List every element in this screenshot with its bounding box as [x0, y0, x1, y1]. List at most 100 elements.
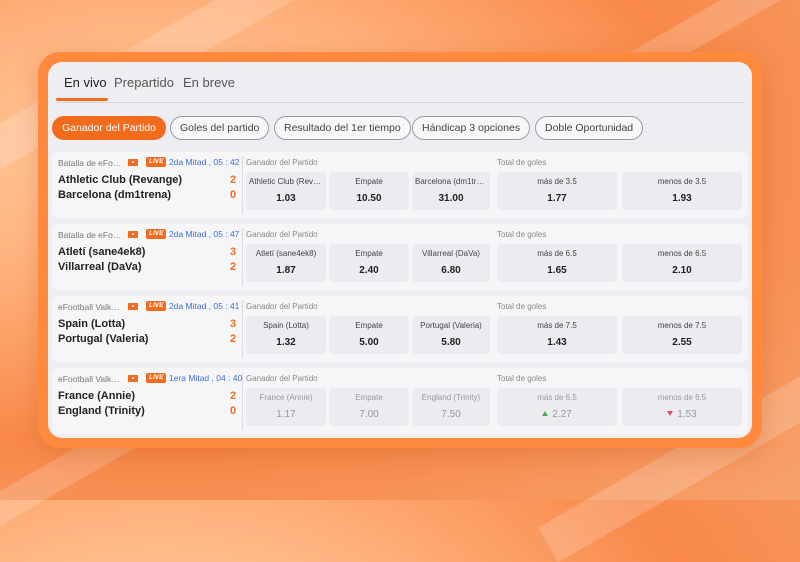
- odd-value: 10.50: [356, 193, 382, 204]
- home-team[interactable]: Atletí (sane4ek8): [58, 246, 145, 258]
- match-row: eFootball Valkyrie Cup LIVE 1era Mitad ,…: [52, 368, 748, 434]
- odd-value: 1.77: [497, 193, 617, 204]
- odd-label: Empate: [355, 393, 383, 402]
- filter-ganador[interactable]: Ganador del Partido: [52, 116, 166, 140]
- odd-label: más de 6.5: [537, 393, 577, 402]
- odd-label: Spain (Lotta): [263, 321, 309, 330]
- filter-resultado-1er-tiempo[interactable]: Resultado del 1er tiempo: [274, 116, 411, 140]
- away-score: 0: [230, 405, 237, 417]
- market-header-winner: Ganador del Partido: [246, 374, 318, 383]
- odd-value: 2.55: [622, 337, 742, 348]
- odd-value: 2.27: [497, 409, 617, 420]
- odd-draw[interactable]: Empate 10.50: [329, 172, 409, 210]
- odd-label: Empate: [355, 249, 383, 258]
- home-team[interactable]: Spain (Lotta): [58, 318, 125, 330]
- home-score: 3: [230, 318, 237, 330]
- away-team[interactable]: Villarreal (DaVa): [58, 261, 142, 273]
- odd-value-text: 2.55: [672, 337, 692, 348]
- odd-over[interactable]: más de 6.5 1.65: [497, 244, 617, 282]
- odd-over[interactable]: más de 3.5 1.77: [497, 172, 617, 210]
- odd-label: más de 7.5: [537, 321, 577, 330]
- live-badge: LIVE: [146, 229, 167, 239]
- odd-home[interactable]: France (Annie) 1.17: [246, 388, 326, 426]
- tv-icon[interactable]: [128, 159, 138, 166]
- odd-label: Empate: [355, 177, 383, 186]
- odd-away[interactable]: England (Trinity) 7.50: [412, 388, 490, 426]
- odd-label: menos de 6.5: [657, 249, 707, 258]
- odd-value-text: 2.10: [672, 265, 692, 276]
- divider: [242, 300, 243, 358]
- odd-label: France (Annie): [259, 393, 313, 402]
- odd-value: 31.00: [438, 193, 464, 204]
- odd-value: 5.00: [359, 337, 379, 348]
- odd-label: Atletí (sane4ek8): [255, 249, 317, 258]
- home-team[interactable]: Athletic Club (Revange): [58, 174, 182, 186]
- odd-label: Empate: [355, 321, 383, 330]
- filter-goles[interactable]: Goles del partido: [170, 116, 270, 140]
- tv-icon[interactable]: [128, 231, 138, 238]
- odd-under[interactable]: menos de 6.5 1.53: [622, 388, 742, 426]
- odd-value: 1.87: [276, 265, 296, 276]
- odd-value-text: 1.93: [672, 193, 692, 204]
- odd-draw[interactable]: Empate 7.00: [329, 388, 409, 426]
- odd-home[interactable]: Atletí (sane4ek8) 1.87: [246, 244, 326, 282]
- odd-value: 1.53: [622, 409, 742, 420]
- odd-over[interactable]: más de 7.5 1.43: [497, 316, 617, 354]
- odd-under[interactable]: menos de 6.5 2.10: [622, 244, 742, 282]
- odd-label: Villarreal (DaVa): [422, 249, 480, 258]
- odd-away[interactable]: Barcelona (dm1trena) 31.00: [412, 172, 490, 210]
- home-score: 3: [230, 246, 237, 258]
- live-badge: LIVE: [146, 157, 167, 167]
- odd-home[interactable]: Spain (Lotta) 1.32: [246, 316, 326, 354]
- league-name: Batalla de eFootball: [58, 230, 122, 240]
- home-score: 2: [230, 174, 237, 186]
- odd-home[interactable]: Athletic Club (Revange) 1.03: [246, 172, 326, 210]
- odd-draw[interactable]: Empate 5.00: [329, 316, 409, 354]
- tv-icon[interactable]: [128, 303, 138, 310]
- home-score: 2: [230, 390, 237, 402]
- tab-prepartido[interactable]: Prepartido: [114, 75, 174, 90]
- odd-away[interactable]: Portugal (Valeria) 5.80: [412, 316, 490, 354]
- market-header-goals: Total de goles: [497, 230, 547, 239]
- odd-value: 7.00: [359, 409, 379, 420]
- away-score: 0: [230, 189, 237, 201]
- match-time: 2da Mitad , 05 : 41: [169, 301, 240, 311]
- away-team[interactable]: Portugal (Valeria): [58, 333, 148, 345]
- divider: [242, 372, 243, 430]
- tab-en-breve[interactable]: En breve: [183, 75, 235, 90]
- match-row: Batalla de eFootball LIVE 2da Mitad , 05…: [52, 152, 748, 218]
- league-name: eFootball Valkyrie Cup: [58, 302, 122, 312]
- match-time: 2da Mitad , 05 : 42: [169, 157, 240, 167]
- odd-draw[interactable]: Empate 2.40: [329, 244, 409, 282]
- odd-value: 7.50: [441, 409, 461, 420]
- odd-value-text: 1.65: [547, 265, 567, 276]
- odd-under[interactable]: menos de 7.5 2.55: [622, 316, 742, 354]
- odd-label: Portugal (Valeria): [420, 321, 482, 330]
- home-team[interactable]: France (Annie): [58, 390, 135, 402]
- odd-value: 1.65: [497, 265, 617, 276]
- odd-label: menos de 6.5: [657, 393, 707, 402]
- odd-value: 1.03: [276, 193, 296, 204]
- odd-value: 1.93: [622, 193, 742, 204]
- odd-value-text: 1.43: [547, 337, 567, 348]
- filter-handicap[interactable]: Hándicap 3 opciones: [412, 116, 531, 140]
- tab-en-vivo[interactable]: En vivo: [64, 75, 107, 90]
- odd-value: 1.32: [276, 337, 296, 348]
- market-header-winner: Ganador del Partido: [246, 302, 318, 311]
- odd-label: más de 3.5: [537, 177, 577, 186]
- odd-away[interactable]: Villarreal (DaVa) 6.80: [412, 244, 490, 282]
- tv-icon[interactable]: [128, 375, 138, 382]
- live-badge: LIVE: [146, 301, 167, 311]
- odd-label: Athletic Club (Revange): [249, 177, 326, 186]
- match-row: eFootball Valkyrie Cup LIVE 2da Mitad , …: [52, 296, 748, 362]
- filter-doble-oportunidad[interactable]: Doble Oportunidad: [535, 116, 644, 140]
- odd-value: 5.80: [441, 337, 461, 348]
- odd-label: más de 6.5: [537, 249, 577, 258]
- odd-over[interactable]: más de 6.5 2.27: [497, 388, 617, 426]
- odd-label: menos de 3.5: [657, 177, 707, 186]
- market-header-goals: Total de goles: [497, 158, 547, 167]
- odd-under[interactable]: menos de 3.5 1.93: [622, 172, 742, 210]
- away-team[interactable]: Barcelona (dm1trena): [58, 189, 171, 201]
- away-team[interactable]: England (Trinity): [58, 405, 145, 417]
- odd-label: menos de 7.5: [657, 321, 707, 330]
